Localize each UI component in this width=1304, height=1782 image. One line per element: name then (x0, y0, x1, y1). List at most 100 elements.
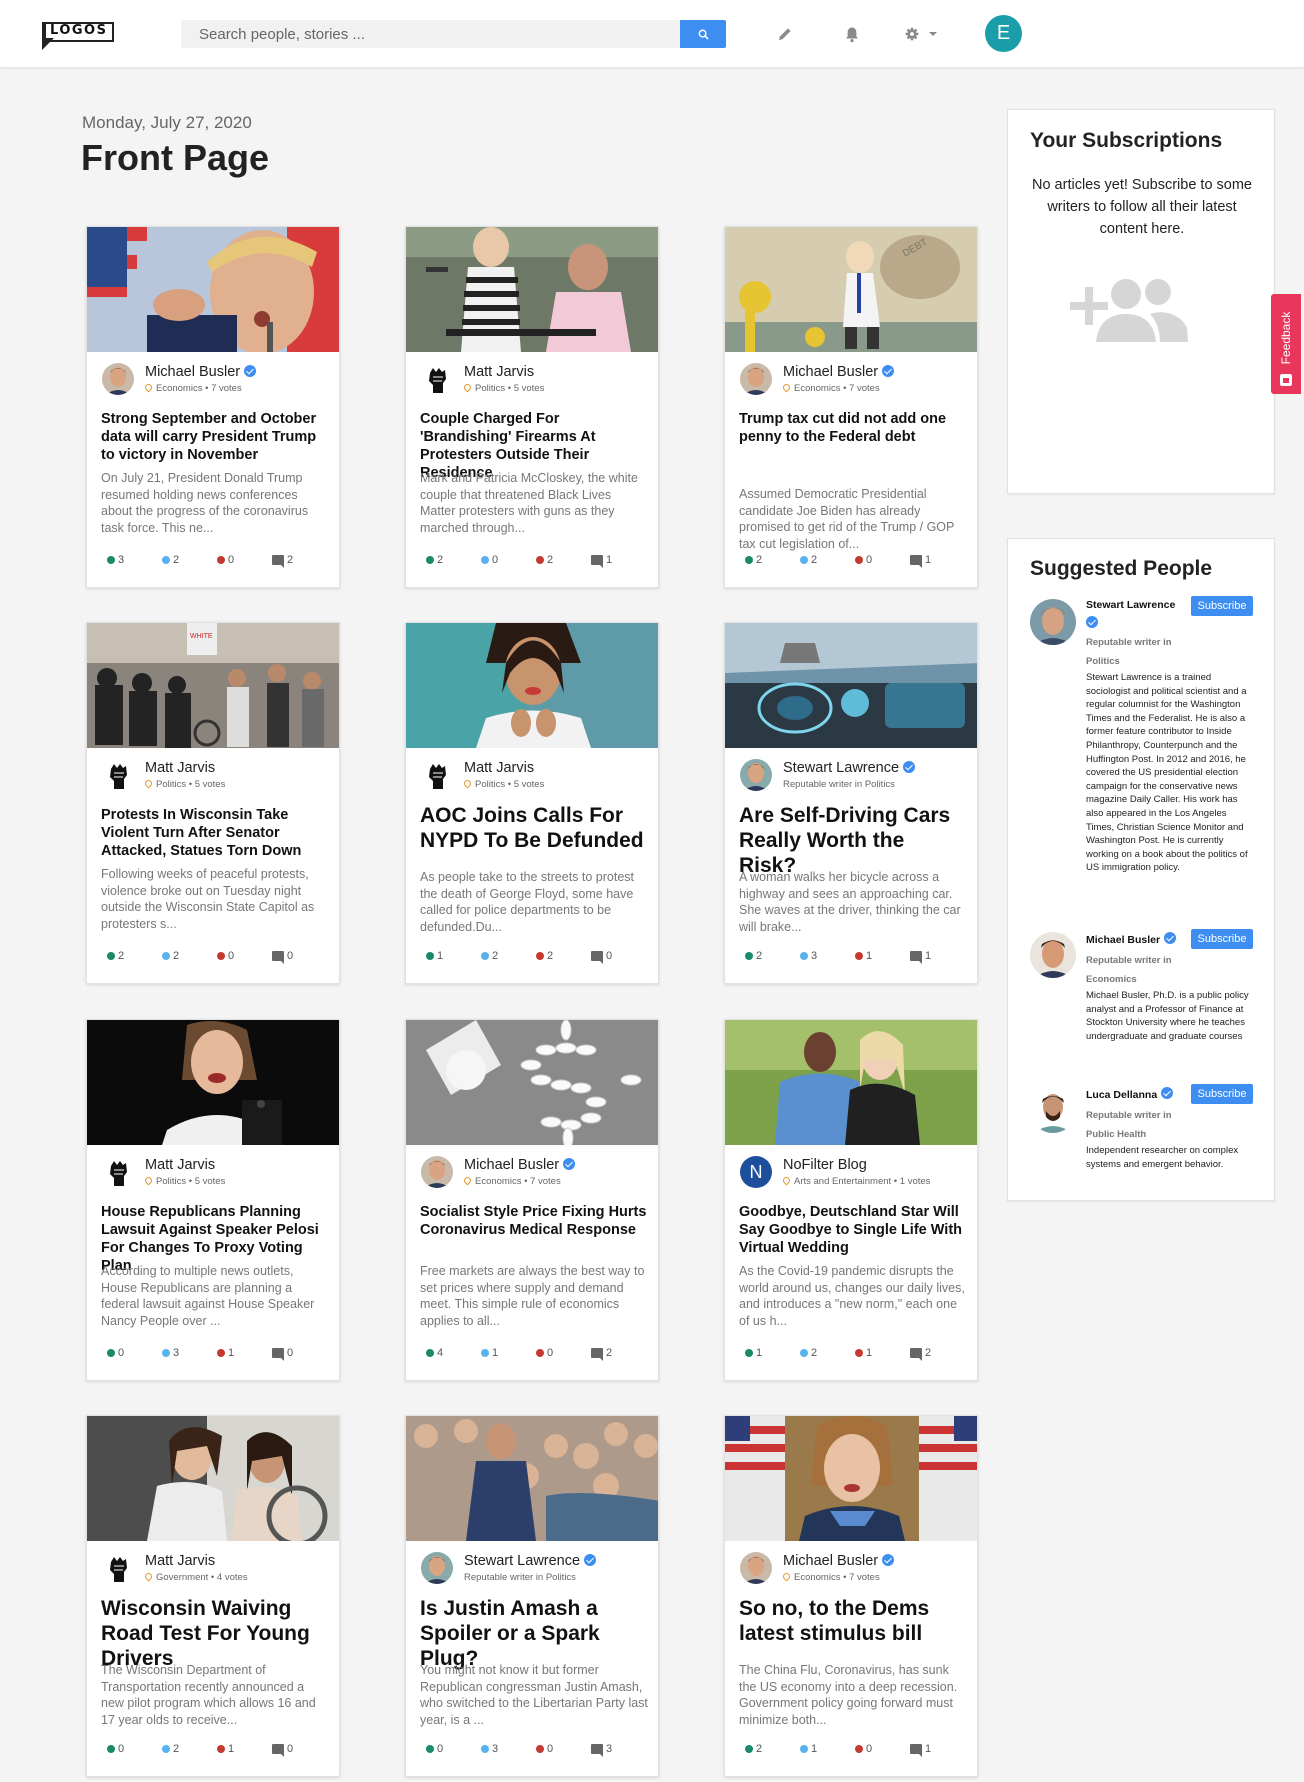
article-card[interactable]: N NoFilter Blog Arts and Entertainment • 1… (724, 1019, 978, 1381)
article-card[interactable]: Michael Busler Economics • 7 votes Strong … (86, 226, 340, 588)
comment-count[interactable]: 2 (591, 1347, 612, 1361)
article-card[interactable]: Matt Jarvis Politics • 5 votes Couple Char… (405, 226, 659, 588)
reaction-count[interactable]: 2 (481, 950, 498, 962)
subscribe-button[interactable]: Subscribe (1191, 1084, 1253, 1104)
article-image[interactable] (725, 1416, 977, 1541)
article-image[interactable] (406, 1416, 658, 1541)
article-title[interactable]: Strong September and October data will c… (101, 410, 329, 464)
reaction-count[interactable]: 1 (217, 1347, 234, 1359)
reaction-count[interactable]: 2 (745, 950, 762, 962)
article-card[interactable]: DEBT Michael Busler Economics • 7 votes Tru… (724, 226, 978, 588)
article-image[interactable] (87, 1416, 339, 1541)
article-card[interactable]: Michael Busler Economics • 7 votes Sociali… (405, 1019, 659, 1381)
reaction-count[interactable]: 3 (162, 1347, 179, 1359)
author-avatar[interactable] (740, 363, 772, 395)
reaction-count[interactable]: 2 (162, 554, 179, 566)
author-avatar[interactable] (102, 1552, 134, 1584)
article-title[interactable]: AOC Joins Calls For NYPD To Be Defunded (420, 803, 648, 853)
author-name[interactable]: Matt Jarvis (464, 364, 534, 380)
author-name[interactable]: NoFilter Blog (783, 1157, 867, 1173)
reaction-count[interactable]: 1 (481, 1347, 498, 1359)
reaction-count[interactable]: 0 (855, 554, 872, 566)
author-name[interactable]: Matt Jarvis (145, 760, 215, 776)
reaction-count[interactable]: 0 (855, 1743, 872, 1755)
person-name[interactable]: Stewart Lawrence (1086, 599, 1175, 611)
author-avatar[interactable]: N (740, 1156, 772, 1188)
comment-count[interactable]: 0 (591, 950, 612, 964)
article-card[interactable]: WHITE Matt Jarvis Politics • 5 votes Protes… (86, 622, 340, 984)
article-image[interactable] (87, 227, 339, 352)
comment-count[interactable]: 0 (272, 950, 293, 964)
author-avatar[interactable] (421, 363, 453, 395)
reaction-count[interactable]: 2 (800, 1347, 817, 1359)
reaction-count[interactable]: 0 (481, 554, 498, 566)
reaction-count[interactable]: 1 (800, 1743, 817, 1755)
article-image[interactable] (725, 623, 977, 748)
reaction-count[interactable]: 0 (217, 950, 234, 962)
reaction-count[interactable]: 0 (107, 1347, 124, 1359)
reaction-count[interactable]: 2 (536, 950, 553, 962)
author-name[interactable]: Michael Busler (783, 364, 895, 380)
author-name[interactable]: Stewart Lawrence (464, 1553, 597, 1569)
reaction-count[interactable]: 0 (107, 1743, 124, 1755)
comment-count[interactable]: 0 (272, 1743, 293, 1757)
reaction-count[interactable]: 2 (745, 554, 762, 566)
search-input[interactable] (181, 20, 680, 48)
article-image[interactable]: DEBT (725, 227, 977, 352)
author-avatar[interactable] (102, 363, 134, 395)
author-name[interactable]: Michael Busler (783, 1553, 895, 1569)
article-image[interactable] (87, 1020, 339, 1145)
reaction-count[interactable]: 2 (162, 950, 179, 962)
reaction-count[interactable]: 1 (745, 1347, 762, 1359)
article-title[interactable]: Goodbye, Deutschland Star Will Say Goodb… (739, 1203, 967, 1257)
author-name[interactable]: Matt Jarvis (464, 760, 534, 776)
reaction-count[interactable]: 1 (426, 950, 443, 962)
reaction-count[interactable]: 2 (745, 1743, 762, 1755)
reaction-count[interactable]: 1 (855, 1347, 872, 1359)
comment-count[interactable]: 1 (910, 554, 931, 568)
article-card[interactable]: Matt Jarvis Politics • 5 votes AOC Joins C… (405, 622, 659, 984)
article-card[interactable]: Stewart Lawrence Reputable writer in Poli… (724, 622, 978, 984)
reaction-count[interactable]: 4 (426, 1347, 443, 1359)
reaction-count[interactable]: 0 (536, 1347, 553, 1359)
author-avatar[interactable] (102, 1156, 134, 1188)
comment-count[interactable]: 2 (272, 554, 293, 568)
article-card[interactable]: Stewart Lawrence Reputable writer in Poli… (405, 1415, 659, 1777)
user-avatar-button[interactable]: E (985, 15, 1022, 52)
comment-count[interactable]: 1 (910, 950, 931, 964)
article-title[interactable]: Are Self-Driving Cars Really Worth the R… (739, 803, 967, 878)
reaction-count[interactable]: 1 (217, 1743, 234, 1755)
article-title[interactable]: Protests In Wisconsin Take Violent Turn … (101, 806, 329, 860)
settings-menu[interactable] (905, 22, 945, 46)
reaction-count[interactable]: 1 (855, 950, 872, 962)
subscribe-button[interactable]: Subscribe (1191, 929, 1253, 949)
author-avatar[interactable] (421, 1156, 453, 1188)
article-title[interactable]: Trump tax cut did not add one penny to t… (739, 410, 967, 446)
article-image[interactable]: WHITE (87, 623, 339, 748)
article-image[interactable] (725, 1020, 977, 1145)
person-name[interactable]: Michael Busler (1086, 932, 1177, 946)
article-card[interactable]: Matt Jarvis Politics • 5 votes House Repub… (86, 1019, 340, 1381)
author-name[interactable]: Stewart Lawrence (783, 760, 916, 776)
person-avatar[interactable] (1030, 1087, 1076, 1133)
comment-count[interactable]: 3 (591, 1743, 612, 1757)
logo[interactable]: LOGOS (42, 22, 114, 50)
author-avatar[interactable] (740, 759, 772, 791)
comment-count[interactable]: 1 (910, 1743, 931, 1757)
reaction-count[interactable]: 2 (107, 950, 124, 962)
author-name[interactable]: Michael Busler (145, 364, 257, 380)
subscribe-button[interactable]: Subscribe (1191, 596, 1253, 616)
author-avatar[interactable] (740, 1552, 772, 1584)
person-name[interactable]: Luca Dellanna (1086, 1087, 1174, 1101)
author-avatar[interactable] (421, 1552, 453, 1584)
author-name[interactable]: Michael Busler (464, 1157, 576, 1173)
comment-count[interactable]: 1 (591, 554, 612, 568)
article-title[interactable]: So no, to the Dems latest stimulus bill (739, 1596, 967, 1646)
article-image[interactable] (406, 227, 658, 352)
article-title[interactable]: Socialist Style Price Fixing Hurts Coron… (420, 1203, 648, 1239)
article-image[interactable] (406, 1020, 658, 1145)
reaction-count[interactable]: 2 (800, 554, 817, 566)
author-avatar[interactable] (102, 759, 134, 791)
reaction-count[interactable]: 3 (481, 1743, 498, 1755)
reaction-count[interactable]: 0 (536, 1743, 553, 1755)
